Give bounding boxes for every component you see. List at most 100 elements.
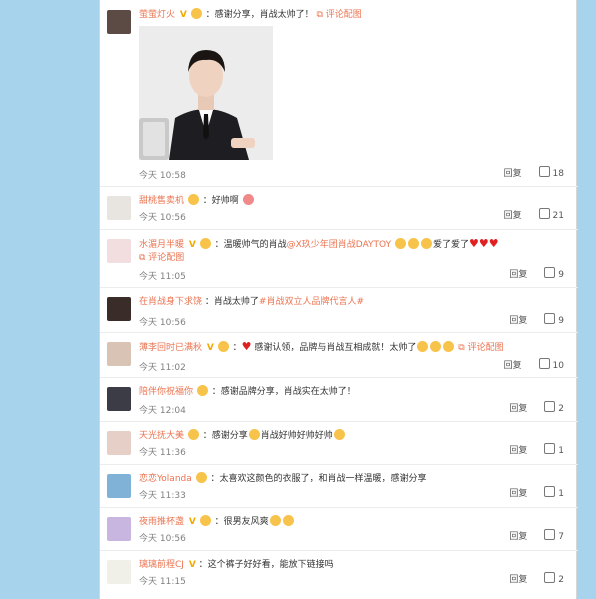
emoji-icon — [420, 238, 432, 249]
avatar[interactable] — [107, 10, 131, 34]
thumbs-up-icon — [538, 166, 550, 177]
like-button[interactable]: 9 — [544, 313, 564, 326]
timestamp: 今天 11:36 — [139, 448, 186, 458]
timestamp: 今天 11:15 — [139, 577, 186, 587]
like-button[interactable]: 10 — [538, 358, 564, 371]
avatar[interactable] — [107, 342, 131, 366]
vip-emoji-icon — [195, 472, 207, 483]
verified-icon: V — [188, 517, 196, 527]
thumbs-up-icon — [544, 443, 556, 454]
emoji-icon — [430, 341, 442, 352]
comment-item: 璃璃前程CJ V ：这个裤子好好看，能放下链接吗 今天 11:15 回复 2 — [100, 550, 578, 599]
like-count: 9 — [558, 316, 564, 326]
comment-line: 在肖战身下求饶 ：肖战太帅了#肖战双立人品牌代言人# — [139, 295, 560, 309]
comment-text-2: 感谢认领，品牌与肖战互相成就！太帅了 — [254, 343, 417, 353]
timestamp: 今天 12:04 — [139, 406, 186, 416]
reply-button[interactable]: 回复 — [509, 575, 527, 585]
reply-button[interactable]: 回复 — [504, 169, 522, 179]
username[interactable]: 夜雨推杯盏 — [139, 517, 184, 527]
hashtag-link[interactable]: #肖战双立人品牌代言人# — [259, 297, 364, 307]
thumbs-up-icon — [544, 267, 556, 278]
timestamp: 今天 10:58 — [139, 171, 186, 181]
comment-panel: 萤萤灯火 V ：感谢分享，肖战太帅了！ ⧉ 评论配图 今天 10:58 回复 1… — [99, 0, 578, 599]
comment-item: 水湄月半暖 V ：温暖帅气的肖战@X玖少年团肖战DAYTOY 爱了爱了♥♥♥ ⧉… — [100, 229, 578, 288]
like-count: 2 — [558, 404, 564, 414]
username[interactable]: 水湄月半暖 — [139, 240, 184, 250]
like-button[interactable]: 1 — [544, 443, 564, 456]
timestamp: 今天 11:02 — [139, 363, 186, 373]
vip-emoji-icon — [199, 515, 211, 526]
timestamp: 今天 11:33 — [139, 491, 186, 501]
comment-line-2: ⧉ 评论配图 — [139, 251, 560, 265]
heart-icon: ♥ — [241, 340, 252, 353]
emoji-icon — [282, 515, 294, 526]
reply-button[interactable]: 回复 — [509, 316, 527, 326]
thumbs-up-icon — [544, 572, 556, 583]
reply-button[interactable]: 回复 — [504, 361, 522, 371]
like-button[interactable]: 2 — [544, 401, 564, 414]
username[interactable]: 在肖战身下求饶 — [139, 297, 202, 307]
username[interactable]: 璃璃前程CJ — [139, 560, 184, 570]
username[interactable]: 薄李回时已满秋 — [139, 343, 202, 353]
like-button[interactable]: 7 — [544, 529, 564, 542]
comment-image-link[interactable]: ⧉ 评论配图 — [139, 253, 184, 263]
emoji-icon — [394, 238, 406, 249]
avatar[interactable] — [107, 560, 131, 584]
emoji-icon — [417, 341, 429, 352]
comment-image-link[interactable]: ⧉ 评论配图 — [317, 10, 362, 20]
comment-line: 萤萤灯火 V ：感谢分享，肖战太帅了！ ⧉ 评论配图 — [139, 8, 560, 22]
reply-button[interactable]: 回复 — [504, 211, 522, 221]
comment-item: 恋恋Yolanda ：太喜欢这颜色的衣服了，和肖战一样温暖，感谢分享 今天 11… — [100, 464, 578, 508]
avatar[interactable] — [107, 387, 131, 411]
comment-photo[interactable] — [139, 26, 273, 160]
emoji-icon — [407, 238, 419, 249]
reply-button[interactable]: 回复 — [509, 489, 527, 499]
reply-button[interactable]: 回复 — [509, 404, 527, 414]
verified-icon: V — [206, 343, 214, 353]
reply-button[interactable]: 回复 — [509, 532, 527, 542]
thumbs-up-icon — [538, 208, 550, 219]
comment-actions: 回复 2 — [509, 572, 564, 585]
avatar[interactable] — [107, 297, 131, 321]
like-count: 7 — [558, 532, 564, 542]
comment-image-link[interactable]: ⧉ 评论配图 — [458, 343, 503, 353]
vip-emoji-icon — [187, 194, 199, 205]
verified-icon: V — [188, 560, 196, 570]
comment-actions: 回复 18 — [504, 166, 564, 179]
like-count: 2 — [558, 575, 564, 585]
mention-link[interactable]: @X玖少年团肖战DAYTOY — [287, 240, 391, 250]
emoji-icon — [248, 429, 260, 440]
avatar[interactable] — [107, 431, 131, 455]
thumbs-up-icon — [538, 358, 550, 369]
like-button[interactable]: 18 — [538, 166, 564, 179]
comment-text: ：温暖帅气的肖战 — [214, 240, 287, 250]
comment-text: ：感谢品牌分享，肖战实在太帅了！ — [211, 387, 356, 397]
like-button[interactable]: 1 — [544, 486, 564, 499]
username[interactable]: 陪伴你祝福你 — [139, 387, 193, 397]
comment-item: 天光抚大美 ：感谢分享 肖战好帅好帅好帅 今天 11:36 回复 1 — [100, 421, 578, 465]
comment-item: 陪伴你祝福你 ：感谢品牌分享，肖战实在太帅了！ 今天 12:04 回复 2 — [100, 377, 578, 422]
comment-item: 萤萤灯火 V ：感谢分享，肖战太帅了！ ⧉ 评论配图 今天 10:58 回复 1… — [100, 0, 578, 187]
username[interactable]: 甜桃售卖机 — [139, 196, 184, 206]
comment-text: ： — [232, 343, 242, 353]
avatar[interactable] — [107, 474, 131, 498]
username[interactable]: 恋恋Yolanda — [139, 474, 192, 484]
comment-text: ：肖战太帅了 — [204, 297, 259, 307]
reply-button[interactable]: 回复 — [509, 270, 527, 280]
vip-emoji-icon — [190, 8, 202, 19]
heart-icon: ♥♥♥ — [469, 237, 499, 250]
comment-actions: 回复 9 — [509, 267, 564, 280]
avatar[interactable] — [107, 196, 131, 220]
like-button[interactable]: 9 — [544, 267, 564, 280]
thumbs-up-icon — [544, 486, 556, 497]
comment-item: 夜雨推杯盏 V ：很男友风爽 今天 10:56 回复 7 — [100, 507, 578, 551]
like-button[interactable]: 2 — [544, 572, 564, 585]
username[interactable]: 天光抚大美 — [139, 431, 184, 441]
reply-button[interactable]: 回复 — [509, 446, 527, 456]
username[interactable]: 萤萤灯火 — [139, 10, 175, 20]
avatar[interactable] — [107, 517, 131, 541]
comment-text: ：好帅啊 — [202, 196, 239, 206]
like-button[interactable]: 21 — [538, 208, 564, 221]
avatar[interactable] — [107, 239, 131, 263]
comment-item: 甜桃售卖机 ：好帅啊 今天 10:56 回复 21 — [100, 186, 578, 230]
